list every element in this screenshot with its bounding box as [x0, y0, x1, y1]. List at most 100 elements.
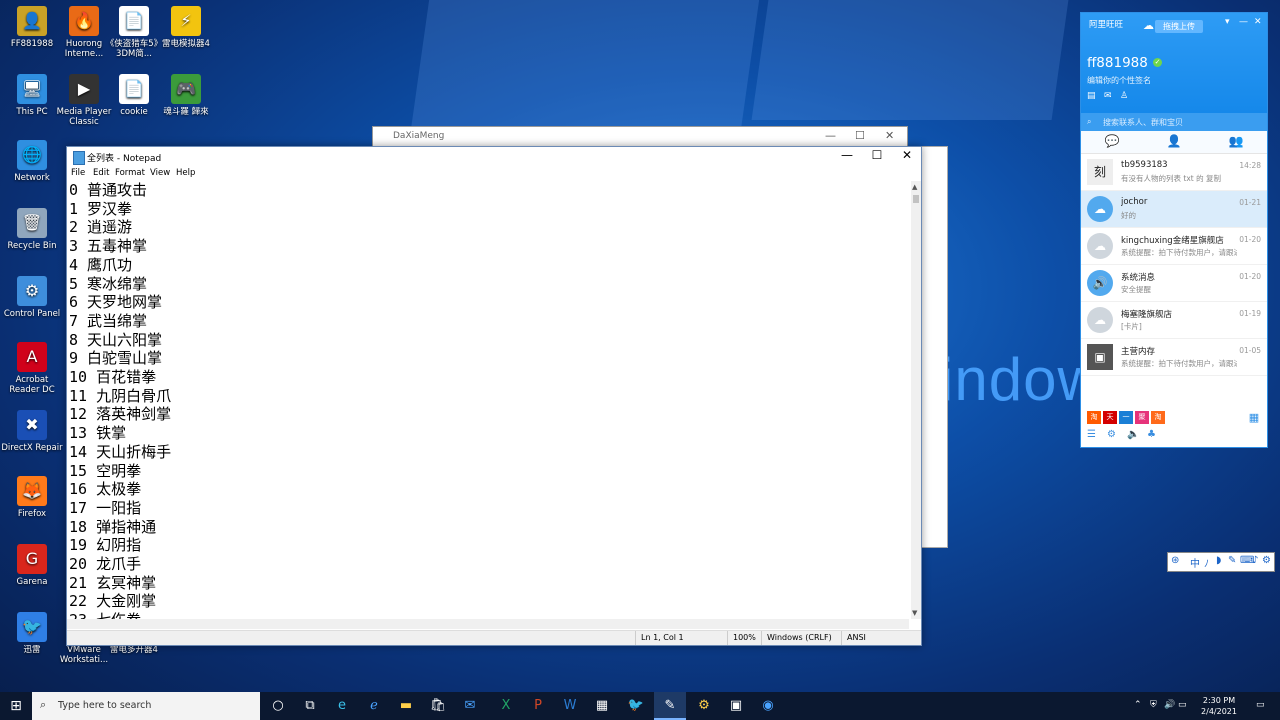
aliwangwang-taskbar-icon[interactable]: ◉ [752, 692, 784, 720]
cloud-icon[interactable]: ☁ [1143, 19, 1154, 32]
edge-icon[interactable]: e [326, 692, 358, 720]
daxiameng-close-button[interactable]: ✕ [885, 129, 894, 142]
start-button-icon[interactable]: ⊞ [0, 692, 32, 720]
excel-icon[interactable]: X [490, 692, 522, 720]
profile-card-icon[interactable]: ▤ [1087, 91, 1096, 101]
desktop-icon[interactable]: G Garena [0, 544, 64, 587]
notepad-titlebar[interactable]: 全列表 - Notepad — ☐ ✕ [67, 147, 921, 167]
taskbar-search-input[interactable]: ⌕ Type here to search [32, 692, 260, 720]
aliww-username[interactable]: ff881988 [1087, 55, 1148, 71]
desktop-icon-image: 👤 [17, 6, 47, 36]
signature-text[interactable]: 编辑你的个性签名 [1087, 75, 1151, 86]
daxiameng-window[interactable]: DaXiaMeng — ☐ ✕ [372, 126, 908, 148]
security-icon[interactable]: ⛨ [1150, 700, 1157, 710]
system-clock[interactable]: 2:30 PM 2/4/2021 [1196, 695, 1242, 717]
ime-punctuation-icon[interactable]: ◗ [1216, 555, 1221, 566]
notepad-icon [73, 151, 85, 165]
desktop-icon-label: 雷电模拟器4 [162, 39, 210, 49]
aliwangwang-window[interactable]: 阿里旺旺 ☁ 拖拽上传 ▾ — ✕ ff881988 ✓ 编辑你的个性签名 ▤ … [1080, 12, 1268, 448]
desktop-icon[interactable]: 🗑 Recycle Bin [0, 208, 64, 251]
text-line: 1 罗汉拳 [69, 199, 133, 218]
desktop-icon[interactable]: ⚙ Control Panel [0, 276, 64, 319]
mail-icon[interactable]: ✉ [454, 692, 486, 720]
juhuasuan-app-icon[interactable]: 聚 [1135, 411, 1149, 424]
contact-item[interactable]: 刻 tb9593183 有没有人物的列表 txt 的 复制 14:28 [1081, 154, 1267, 191]
contact-item[interactable]: ☁ 梅塞隆旗舰店 [卡片] 01-19 [1081, 302, 1267, 339]
tmall-app-icon[interactable]: 天 [1103, 411, 1117, 424]
word-icon[interactable]: W [554, 692, 586, 720]
network-icon[interactable]: ▭ [1178, 700, 1187, 710]
app-grid-icon[interactable]: ▦ [1247, 411, 1261, 424]
ime-mode[interactable]: ﾉ [1204, 555, 1209, 570]
tab-recent-chats-icon[interactable]: 💬 [1081, 134, 1143, 148]
menu-view[interactable]: View [150, 168, 170, 178]
scroll-up-icon[interactable]: ▲ [912, 183, 917, 191]
desktop-icon[interactable]: A Acrobat Reader DC [0, 342, 64, 395]
contact-item[interactable]: 🔊 系统消息 安全提醒 01-20 [1081, 265, 1267, 302]
menu-file[interactable]: File [71, 168, 85, 178]
sound-icon[interactable]: 🔈 [1127, 429, 1139, 440]
xunlei-icon[interactable]: 🐦 [620, 692, 652, 720]
ime-logo-icon[interactable]: ⊛ [1171, 555, 1179, 566]
menu-icon[interactable]: ☰ [1087, 429, 1096, 440]
vertical-scrollbar[interactable]: ▲ ▼ [911, 181, 921, 619]
ie-icon[interactable]: ℯ [358, 692, 390, 720]
contacts-manager-icon[interactable]: ♣ [1147, 429, 1156, 440]
text-line: 16 太极拳 [69, 480, 142, 499]
close-icon[interactable]: ✕ [1254, 17, 1262, 27]
powerpoint-icon[interactable]: P [522, 692, 554, 720]
promo-app-icon[interactable]: 淘 [1151, 411, 1165, 424]
desktop-icon[interactable]: 🌐 Network [0, 140, 64, 183]
volume-icon[interactable]: 🔊 [1164, 700, 1175, 710]
notifications-icon[interactable]: ▭ [1256, 700, 1265, 710]
desktop-icon[interactable]: 🦊 Firefox [0, 476, 64, 519]
contact-search-input[interactable]: ⌕ 搜索联系人、群和宝贝 [1081, 113, 1267, 131]
desktop-icon[interactable]: ✖ DirectX Repair [0, 410, 64, 453]
scroll-down-icon[interactable]: ▼ [912, 609, 917, 617]
cortana-icon[interactable]: ○ [262, 692, 294, 720]
task-view-icon[interactable]: ⧉ [294, 692, 326, 720]
file-explorer-icon[interactable]: ▬ [390, 692, 422, 720]
mail-icon[interactable]: ✉ [1104, 91, 1112, 101]
maximize-button[interactable]: ☐ [863, 148, 891, 162]
notepad-window[interactable]: 全列表 - Notepad — ☐ ✕ File Edit Format Vie… [66, 146, 922, 646]
store-icon[interactable]: 🛍 [422, 692, 454, 720]
contact-item[interactable]: ☁ kingchuxing金绪星旗舰店 系统提醒：拍下待付款用户，请跟进 01-20 [1081, 228, 1267, 265]
contact-item[interactable]: ▣ 主营内存 系统提醒：拍下待付款用户，请跟进 01-05 [1081, 339, 1267, 376]
ime-settings-icon[interactable]: ⚙ [1262, 555, 1271, 566]
skin-icon[interactable]: ▾ [1225, 17, 1230, 27]
ime-language[interactable]: 中 [1190, 555, 1200, 570]
tab-groups-icon[interactable]: 👥 [1205, 134, 1267, 148]
close-button[interactable]: ✕ [893, 148, 921, 162]
ime-voice-icon[interactable]: ♪ [1252, 555, 1258, 566]
tab-contacts-icon[interactable]: 👤 [1143, 134, 1205, 148]
alibaba-app-icon[interactable]: 一 [1119, 411, 1133, 424]
desktop-icon[interactable]: ⚡ 雷电模拟器4 [154, 6, 218, 49]
lock-icon[interactable]: ♙ [1120, 91, 1128, 101]
daxiameng-minimize-button[interactable]: — [825, 129, 836, 142]
drag-upload-button[interactable]: 拖拽上传 [1155, 20, 1203, 33]
calculator-icon[interactable]: ▦ [586, 692, 618, 720]
minimize-icon[interactable]: — [1239, 17, 1248, 27]
horizontal-scrollbar[interactable] [67, 619, 909, 629]
contact-item[interactable]: ☁ jochor 好的 01-21 [1081, 191, 1267, 228]
settings-icon[interactable]: ⚙ [1107, 429, 1116, 440]
text-line: 15 空明拳 [69, 461, 142, 480]
tool-icon[interactable]: ⚙ [688, 692, 720, 720]
minimize-button[interactable]: — [833, 148, 861, 162]
desktop-icon[interactable]: 🎮 魂斗羅 歸來 [154, 74, 218, 117]
notepad-taskbar-icon[interactable]: ✎ [654, 692, 686, 720]
scroll-thumb[interactable] [913, 195, 919, 203]
daxiameng-maximize-button[interactable]: ☐ [855, 129, 865, 142]
ime-toolbar[interactable]: ⊛ 中 ﾉ ◗ ✎ ⌨ ♪ ⚙ [1167, 552, 1275, 572]
menu-format[interactable]: Format [115, 168, 145, 178]
tray-overflow-icon[interactable]: ⌃ [1134, 700, 1142, 710]
menu-edit[interactable]: Edit [93, 168, 109, 178]
notepad-text-area[interactable]: 0 普通攻击 1 罗汉拳 2 逍遥游 3 五毒神掌 4 鹰爪功 5 寒冰绵掌 6 天罗地网掌… [69, 181, 909, 619]
desktop-icon-label: Acrobat Reader DC [9, 375, 55, 395]
window-app-icon[interactable]: ▣ [720, 692, 752, 720]
taobao-app-icon[interactable]: 淘 [1087, 411, 1101, 424]
menu-help[interactable]: Help [176, 168, 195, 178]
aliww-header: 阿里旺旺 ☁ 拖拽上传 ▾ — ✕ ff881988 ✓ 编辑你的个性签名 ▤ … [1081, 13, 1267, 113]
ime-symbol-icon[interactable]: ✎ [1228, 555, 1236, 566]
